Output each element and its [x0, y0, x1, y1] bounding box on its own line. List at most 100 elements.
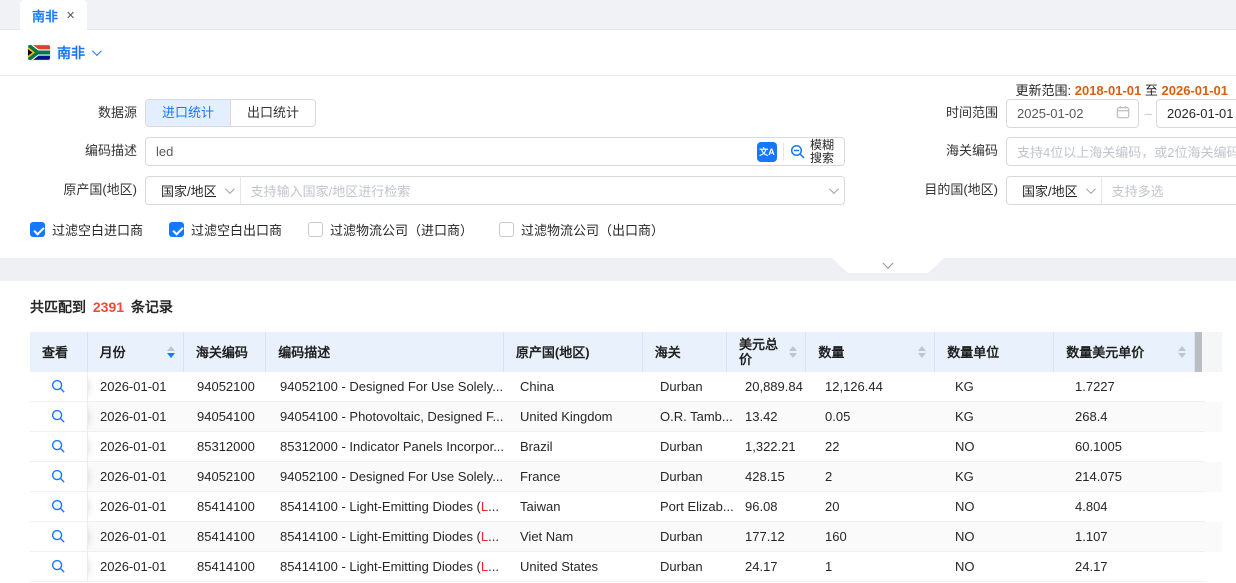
- cell-qty_unit: KG: [943, 372, 1063, 402]
- time-range-label: 时间范围: [898, 99, 998, 127]
- checkbox-icon[interactable]: [30, 222, 45, 237]
- column-header-month[interactable]: 月份: [88, 332, 184, 372]
- view-record-icon[interactable]: [51, 469, 66, 484]
- table-scrollbar[interactable]: [1195, 332, 1202, 372]
- checkbox-icon[interactable]: [499, 222, 514, 237]
- tab-close-icon[interactable]: ✕: [66, 9, 75, 22]
- cell-month: 2026-01-01: [88, 402, 185, 432]
- cell-customs: O.R. Tamb...: [648, 402, 733, 432]
- fuzzy-search-button[interactable]: 模糊搜索: [790, 139, 836, 165]
- keyword-highlight: L: [481, 499, 488, 514]
- data-source-label: 数据源: [0, 99, 137, 127]
- checkbox-filter-logistics-importer[interactable]: 过滤物流公司（进口商）: [308, 220, 473, 239]
- destination-country-label: 目的国(地区): [898, 176, 998, 204]
- view-record-icon[interactable]: [51, 529, 66, 544]
- view-record-icon[interactable]: [51, 559, 66, 574]
- tab-import-stats[interactable]: 进口统计: [146, 100, 230, 126]
- code-desc-input[interactable]: led 文A 模糊搜索: [145, 137, 845, 166]
- view-record-icon[interactable]: [51, 499, 66, 514]
- origin-country-label: 原产国(地区): [0, 176, 137, 204]
- customs-code-input[interactable]: 支持4位以上海关编码，或2位海关编码加上: [1006, 137, 1236, 166]
- keyword-highlight: L: [481, 529, 488, 544]
- cell-usd_total: 96.08: [733, 492, 813, 522]
- table-row: 2026-01-019405210094052100 - Designed Fo…: [30, 372, 1222, 402]
- cell-usd_total: 20,889.84: [733, 372, 813, 402]
- cell-view: [30, 432, 88, 462]
- date-start-input[interactable]: 2025-01-02: [1006, 99, 1139, 128]
- keyword-highlight: L: [481, 559, 488, 574]
- sort-carets-icon[interactable]: [1178, 346, 1186, 358]
- chevron-down-icon: [882, 257, 893, 268]
- cell-usd_unit_price: 24.17: [1063, 552, 1205, 582]
- cell-qty_unit: NO: [943, 522, 1063, 552]
- filter-checkbox-row: 过滤空白进口商 过滤空白出口商 过滤物流公司（进口商） 过滤物流公司（出口商）: [30, 220, 664, 239]
- table-row: 2026-01-019405210094052100 - Designed Fo…: [30, 462, 1222, 492]
- divider: [783, 143, 784, 161]
- sort-carets-icon[interactable]: [918, 346, 926, 358]
- checkbox-icon[interactable]: [169, 222, 184, 237]
- cell-qty: 20: [813, 492, 943, 522]
- origin-search-input[interactable]: 支持输入国家/地区进行检索: [247, 181, 823, 200]
- cell-view: [30, 402, 88, 432]
- view-record-icon[interactable]: [51, 379, 66, 394]
- checkbox-filter-blank-importer[interactable]: 过滤空白进口商: [30, 220, 143, 239]
- cell-origin: United States: [508, 552, 648, 582]
- cell-month: 2026-01-01: [88, 552, 185, 582]
- checkbox-filter-blank-exporter[interactable]: 过滤空白出口商: [169, 220, 282, 239]
- column-label: 原产国(地区): [516, 345, 590, 360]
- chevron-down-icon[interactable]: [92, 46, 102, 56]
- column-header-stub: [1202, 332, 1222, 372]
- fuzzy-search-label: 模糊搜索: [810, 139, 836, 165]
- cell-month: 2026-01-01: [88, 492, 185, 522]
- cell-usd_total: 13.42: [733, 402, 813, 432]
- view-record-icon[interactable]: [51, 439, 66, 454]
- cell-origin: United Kingdom: [508, 402, 648, 432]
- origin-type-select[interactable]: 国家/地区: [159, 177, 241, 204]
- country-bar: 南非: [0, 30, 1236, 76]
- cell-usd_total: 177.12: [733, 522, 813, 552]
- column-header-qty_unit: 数量单位: [935, 332, 1054, 372]
- table-body: 2026-01-019405210094052100 - Designed Fo…: [30, 372, 1222, 582]
- sort-carets-icon[interactable]: [789, 346, 797, 358]
- checkbox-icon[interactable]: [308, 222, 323, 237]
- cell-origin: Taiwan: [508, 492, 648, 522]
- result-count: 2391: [90, 299, 127, 315]
- cell-desc: 85414100 - Light-Emitting Diodes (L...: [268, 552, 508, 582]
- checkbox-filter-logistics-exporter[interactable]: 过滤物流公司（出口商）: [499, 220, 664, 239]
- checkbox-label: 过滤物流公司（进口商）: [330, 220, 473, 239]
- date-end-input[interactable]: 2026-01-01: [1156, 99, 1236, 128]
- cell-usd_unit_price: 214.075: [1063, 462, 1205, 492]
- cell-customs: Durban: [648, 462, 733, 492]
- chevron-down-icon: [1086, 184, 1096, 194]
- cell-customs: Durban: [648, 432, 733, 462]
- cell-desc: 85312000 - Indicator Panels Incorpor...: [268, 432, 508, 462]
- customs-code-placeholder: 支持4位以上海关编码，或2位海关编码加上: [1017, 142, 1236, 161]
- cell-desc: 85414100 - Light-Emitting Diodes (L...: [268, 492, 508, 522]
- tab-export-stats[interactable]: 出口统计: [230, 100, 315, 126]
- column-header-customs: 海关: [643, 332, 727, 372]
- destination-type-select[interactable]: 国家/地区: [1020, 177, 1102, 204]
- view-record-icon[interactable]: [51, 409, 66, 424]
- destination-search-input[interactable]: 支持多选: [1108, 181, 1236, 200]
- column-header-usd_unit_price[interactable]: 数量美元单价: [1054, 332, 1195, 372]
- country-name[interactable]: 南非: [57, 43, 85, 63]
- table-row: 2026-01-018541410085414100 - Light-Emitt…: [30, 522, 1222, 552]
- column-label: 数量美元单价: [1066, 345, 1144, 360]
- date-start-value: 2025-01-02: [1017, 106, 1110, 121]
- column-label: 美元总价: [739, 337, 785, 367]
- chevron-down-icon: [225, 184, 235, 194]
- sort-carets-icon[interactable]: [167, 346, 175, 358]
- column-header-usd_total[interactable]: 美元总价: [727, 332, 806, 372]
- translate-icon[interactable]: 文A: [757, 142, 777, 162]
- cell-view: [30, 492, 88, 522]
- cell-hs_code: 85414100: [185, 492, 268, 522]
- column-header-qty[interactable]: 数量: [806, 332, 935, 372]
- cell-qty: 22: [813, 432, 943, 462]
- result-count-line: 共匹配到 2391 条记录: [30, 297, 173, 317]
- table-row: 2026-01-018531200085312000 - Indicator P…: [30, 432, 1222, 462]
- tab-south-africa[interactable]: 南非 ✕: [20, 0, 87, 30]
- cell-qty_unit: KG: [943, 402, 1063, 432]
- collapse-filters-button[interactable]: [832, 258, 944, 273]
- cell-origin: China: [508, 372, 648, 402]
- cell-customs: Port Elizab...: [648, 492, 733, 522]
